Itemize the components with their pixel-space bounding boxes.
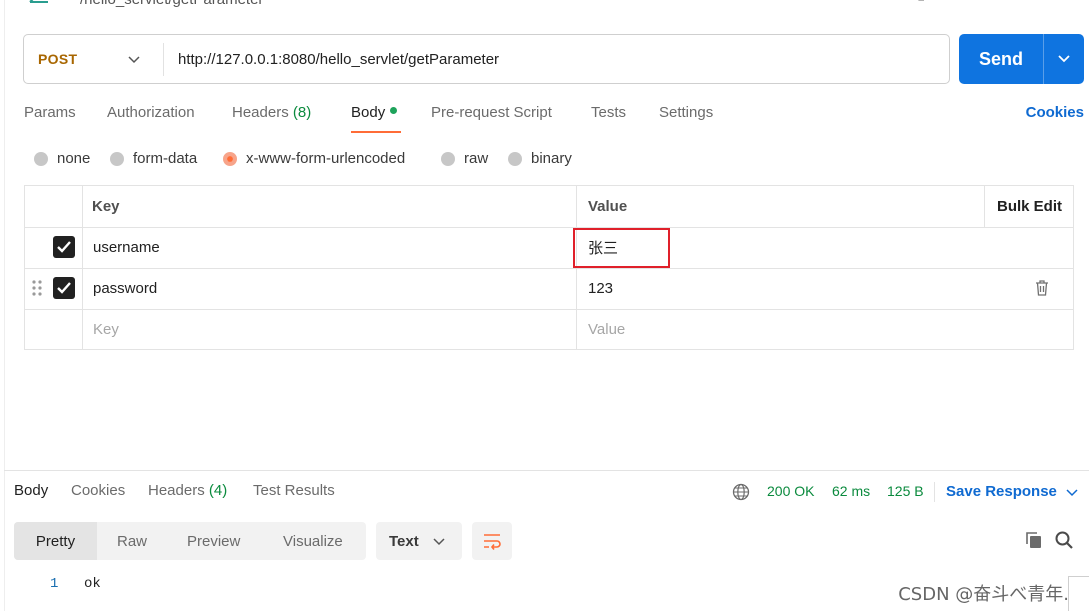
send-divider	[1043, 34, 1044, 84]
radio-form-data-label: form-data	[133, 150, 198, 167]
tab-body[interactable]: Body	[351, 104, 398, 121]
radio-dot	[110, 151, 124, 166]
params-table: Key Value Bulk Edit username 张三 password…	[24, 185, 1074, 350]
column-divider	[984, 186, 985, 227]
annotation-highlight-box	[573, 228, 670, 268]
row-divider	[25, 268, 1073, 269]
row-checkbox[interactable]	[53, 277, 75, 299]
new-value-input[interactable]: Value	[588, 309, 625, 349]
url-input[interactable]	[178, 35, 928, 83]
tab-headers-count: (8)	[292, 104, 312, 121]
response-tab-headers[interactable]: Headers (4)	[148, 482, 227, 499]
view-visualize-button[interactable]: Visualize	[283, 522, 343, 560]
corner-frame	[1068, 576, 1089, 611]
cookies-link[interactable]: Cookies	[1026, 104, 1084, 121]
format-select-label: Text	[389, 532, 419, 550]
tab-tests[interactable]: Tests	[591, 104, 626, 121]
bulk-edit-button[interactable]: Bulk Edit	[997, 186, 1062, 227]
response-tab-test-results[interactable]: Test Results	[253, 482, 335, 499]
search-icon[interactable]	[1054, 530, 1074, 550]
method-divider	[163, 43, 164, 76]
window-icon[interactable]	[918, 0, 932, 4]
response-tab-cookies[interactable]: Cookies	[71, 482, 125, 499]
wrap-lines-icon	[484, 534, 501, 550]
status-code[interactable]: 200 OK	[767, 483, 814, 499]
body-type-radios: none form-data x-www-form-urlencoded raw…	[34, 150, 734, 170]
method-label: POST	[38, 51, 78, 67]
line-text: ok	[84, 576, 101, 592]
drag-handle-icon[interactable]	[32, 279, 42, 297]
response-size[interactable]: 125 B	[887, 483, 924, 499]
globe-icon[interactable]	[732, 483, 750, 501]
request-tabs: Params Authorization Headers (8) Body Pr…	[24, 100, 1084, 136]
response-tab-body[interactable]: Body	[14, 482, 48, 499]
word-wrap-button[interactable]	[472, 522, 512, 560]
chevron-down-icon[interactable]	[1066, 488, 1078, 497]
back-arrow-icon[interactable]	[28, 0, 50, 6]
response-time[interactable]: 62 ms	[832, 483, 870, 499]
radio-raw[interactable]: raw	[441, 150, 488, 167]
tab-headers[interactable]: Headers (8)	[232, 104, 311, 121]
copy-icon[interactable]	[1024, 530, 1044, 550]
new-key-input[interactable]: Key	[93, 309, 119, 349]
view-preview-button[interactable]: Preview	[187, 522, 240, 560]
radio-none[interactable]: none	[34, 150, 90, 167]
send-button[interactable]: Send	[959, 34, 1084, 84]
response-meta: 200 OK 62 ms 125 B Save Response	[732, 482, 1082, 504]
radio-urlencoded-label: x-www-form-urlencoded	[246, 150, 406, 167]
response-tab-headers-label: Headers	[148, 482, 205, 499]
send-label: Send	[978, 48, 1023, 69]
line-number: 1	[50, 576, 59, 592]
radio-form-data[interactable]: form-data	[110, 150, 197, 167]
top-bar: /hello_servlet/getParameter	[0, 0, 1089, 12]
chevron-down-icon	[433, 538, 445, 546]
view-pretty-button[interactable]: Pretty	[14, 522, 97, 560]
tab-params[interactable]: Params	[24, 104, 76, 121]
radio-dot	[34, 151, 48, 166]
radio-urlencoded[interactable]: x-www-form-urlencoded	[223, 150, 405, 167]
radio-raw-label: raw	[464, 150, 489, 167]
watermark: CSDN @奋斗べ青年.	[898, 584, 1069, 605]
param-key[interactable]: username	[93, 227, 160, 267]
send-options-chevron-icon[interactable]	[1057, 54, 1071, 64]
format-select[interactable]: Text	[376, 522, 462, 560]
chevron-down-icon	[128, 56, 140, 64]
tab-prerequest-script[interactable]: Pre-request Script	[431, 104, 552, 121]
radio-none-label: none	[57, 150, 91, 167]
tab-headers-label: Headers	[232, 104, 289, 121]
radio-dot	[508, 151, 522, 166]
row-divider	[25, 227, 1073, 228]
trash-icon[interactable]	[1034, 279, 1050, 297]
param-value[interactable]: 123	[588, 268, 613, 308]
response-view-toggle: Pretty Raw Preview Visualize	[14, 522, 366, 560]
breadcrumb-url: /hello_servlet/getParameter	[80, 0, 263, 8]
check-icon	[57, 241, 71, 253]
response-tabs: Body Cookies Headers (4) Test Results	[14, 482, 514, 506]
column-header-key: Key	[92, 198, 120, 215]
body-indicator-dot	[390, 107, 398, 114]
meta-divider	[934, 482, 935, 502]
radio-binary[interactable]: binary	[508, 150, 572, 167]
tab-settings[interactable]: Settings	[659, 104, 713, 121]
response-divider	[4, 470, 1089, 471]
save-response-button[interactable]: Save Response	[946, 483, 1057, 500]
response-tab-headers-count: (4)	[208, 482, 228, 499]
active-tab-underline	[351, 131, 401, 133]
request-bar: POST	[23, 34, 950, 84]
row-checkbox[interactable]	[53, 236, 75, 258]
param-key[interactable]: password	[93, 268, 157, 308]
radio-dot	[441, 151, 455, 166]
check-icon	[57, 282, 71, 294]
row-divider	[25, 309, 1073, 310]
method-select[interactable]: POST	[24, 35, 163, 83]
radio-binary-label: binary	[531, 150, 572, 167]
view-raw-button[interactable]: Raw	[117, 522, 147, 560]
left-edge-divider	[4, 0, 5, 611]
column-header-value: Value	[588, 198, 628, 215]
tab-authorization[interactable]: Authorization	[107, 104, 195, 121]
tab-body-label: Body	[351, 104, 386, 121]
radio-dot-selected	[223, 151, 237, 166]
